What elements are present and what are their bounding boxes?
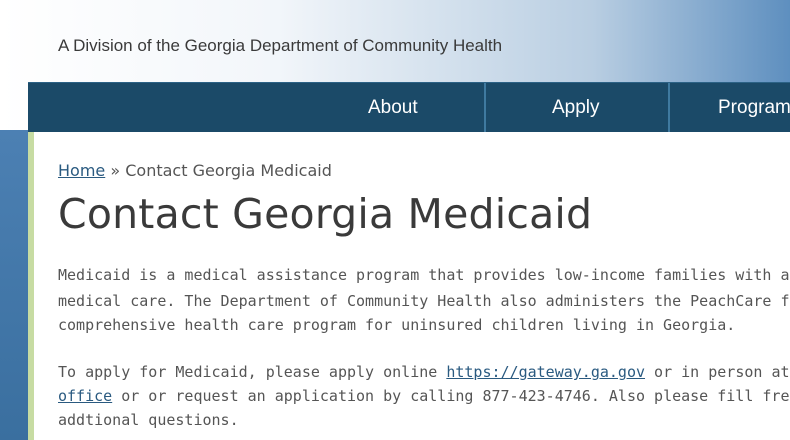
intro-paragraph: Medicaid is a medical assistance program… [58,262,790,338]
main-navigation: About Apply Program [28,82,790,133]
breadcrumb-separator: » [110,161,121,180]
apply-line-1: To apply for Medicaid, please apply onli… [58,360,790,384]
apply-line-2: office or or request an application by c… [58,384,790,408]
page-title: Contact Georgia Medicaid [58,190,593,238]
nav-item-apply[interactable]: Apply [552,83,600,133]
breadcrumb: Home » Contact Georgia Medicaid [58,160,790,182]
intro-line-2: medical care. The Department of Communit… [58,292,790,310]
site-logo[interactable] [70,0,190,12]
nav-divider [668,83,670,133]
apply-text: or or request an application by calling … [112,387,790,405]
content-inner: Home » Contact Georgia Medicaid Contact … [58,160,790,429]
nav-divider [484,83,486,133]
breadcrumb-home-link[interactable]: Home [58,161,105,180]
gateway-link[interactable]: https://gateway.ga.gov [446,363,645,381]
apply-paragraph: To apply for Medicaid, please apply onli… [58,360,790,432]
main-content: Home » Contact Georgia Medicaid Contact … [28,132,790,440]
breadcrumb-current: Contact Georgia Medicaid [125,161,332,180]
intro-line-1: Medicaid is a medical assistance program… [58,266,790,284]
nav-item-programs[interactable]: Program [718,83,790,133]
page-background-left [0,130,30,440]
apply-line-3: addtional questions. [58,411,239,429]
apply-text: To apply for Medicaid, please apply onli… [58,363,447,381]
apply-text: or in person at you [654,363,790,381]
office-link[interactable]: office [58,387,112,405]
nav-item-about[interactable]: About [368,83,418,133]
intro-line-3: comprehensive health care program for un… [58,316,736,334]
header-tagline: A Division of the Georgia Department of … [58,36,503,55]
